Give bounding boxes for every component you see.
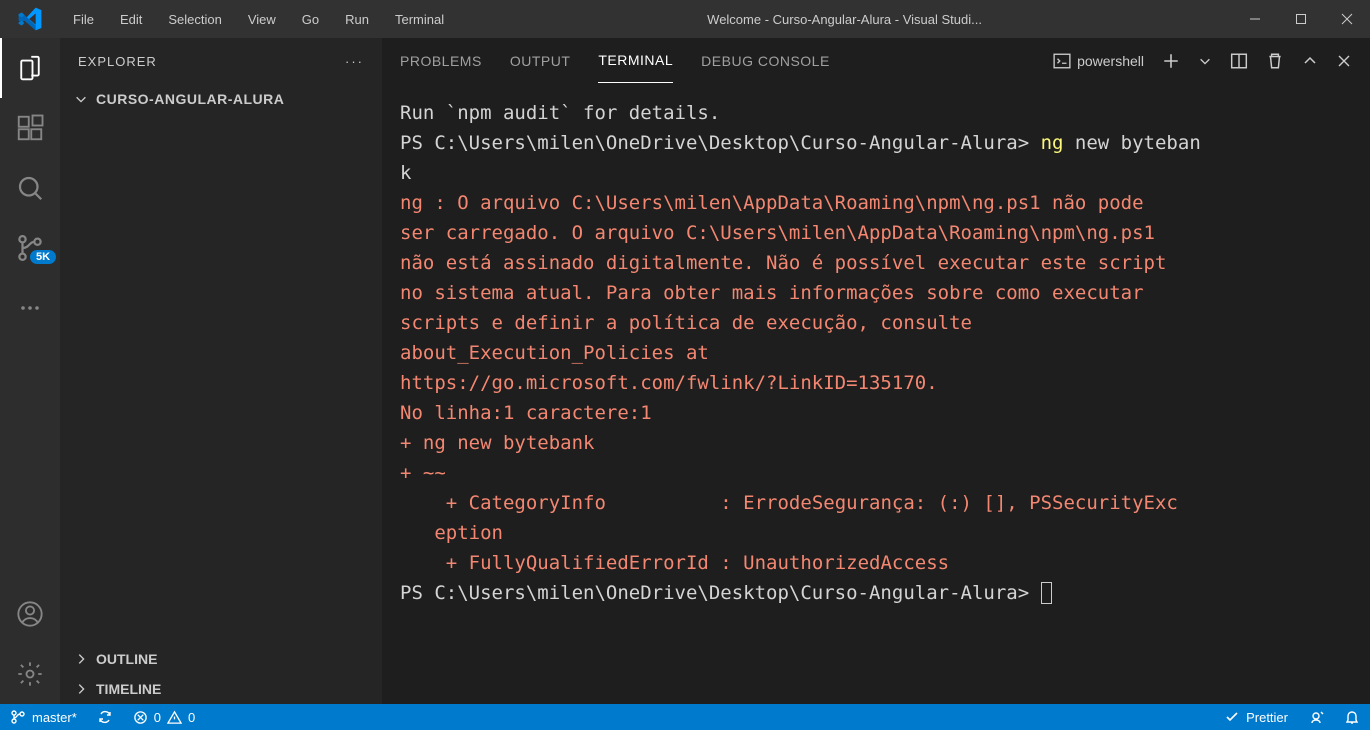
chevron-down-icon xyxy=(74,92,88,106)
term-err: eption xyxy=(400,522,503,544)
error-count: 0 xyxy=(154,710,161,725)
terminal-cursor xyxy=(1041,582,1052,604)
accounts-icon[interactable] xyxy=(0,584,60,644)
feedback-icon[interactable] xyxy=(1298,704,1334,730)
term-line: k xyxy=(400,162,411,184)
term-err: + ~~ xyxy=(400,462,446,484)
term-err: + FullyQualifiedErrorId : UnauthorizedAc… xyxy=(400,552,949,574)
panel-tabs: PROBLEMS OUTPUT TERMINAL DEBUG CONSOLE p… xyxy=(382,38,1370,84)
tab-problems[interactable]: PROBLEMS xyxy=(400,38,482,83)
terminal-selector[interactable]: powershell xyxy=(1053,52,1144,70)
notifications-icon[interactable] xyxy=(1334,704,1370,730)
timeline-section[interactable]: TIMELINE xyxy=(60,674,382,704)
prettier-status[interactable]: Prettier xyxy=(1214,704,1298,730)
window-title: Welcome - Curso-Angular-Alura - Visual S… xyxy=(457,12,1232,27)
folder-section[interactable]: CURSO-ANGULAR-ALURA xyxy=(60,84,382,114)
tab-debug-console[interactable]: DEBUG CONSOLE xyxy=(701,38,830,83)
terminal-split-chevron-icon[interactable] xyxy=(1198,54,1212,68)
term-cmd: ng xyxy=(1041,132,1064,154)
explorer-activity-icon[interactable] xyxy=(0,38,60,98)
menu-run[interactable]: Run xyxy=(332,0,382,38)
branch-status[interactable]: master* xyxy=(0,704,87,730)
kill-terminal-icon[interactable] xyxy=(1266,52,1284,70)
tab-output[interactable]: OUTPUT xyxy=(510,38,571,83)
term-err: ng : O arquivo C:\Users\milen\AppData\Ro… xyxy=(400,192,1155,214)
term-line: PS C:\Users\milen\OneDrive\Desktop\Curso… xyxy=(400,132,1041,154)
menu-terminal[interactable]: Terminal xyxy=(382,0,457,38)
problems-status[interactable]: 0 0 xyxy=(123,704,205,730)
sidebar: EXPLORER ··· CURSO-ANGULAR-ALURA OUTLINE… xyxy=(60,38,382,704)
sync-status[interactable] xyxy=(87,704,123,730)
prettier-label: Prettier xyxy=(1246,710,1288,725)
chevron-right-icon xyxy=(74,682,88,696)
vscode-logo-icon xyxy=(0,6,60,32)
menu-edit[interactable]: Edit xyxy=(107,0,155,38)
more-activity-icon[interactable] xyxy=(0,278,60,338)
split-panel-icon[interactable] xyxy=(1230,52,1248,70)
maximize-button[interactable] xyxy=(1278,0,1324,38)
menu-file[interactable]: File xyxy=(60,0,107,38)
chevron-right-icon xyxy=(74,652,88,666)
terminal-kind: powershell xyxy=(1077,53,1144,69)
term-err: não está assinado digitalmente. Não é po… xyxy=(400,252,1178,274)
extensions-activity-icon[interactable] xyxy=(0,98,60,158)
maximize-panel-icon[interactable] xyxy=(1302,53,1318,69)
outline-section[interactable]: OUTLINE xyxy=(60,644,382,674)
more-icon[interactable]: ··· xyxy=(345,54,364,69)
folder-name: CURSO-ANGULAR-ALURA xyxy=(96,91,284,107)
menu-view[interactable]: View xyxy=(235,0,289,38)
term-err: https://go.microsoft.com/fwlink/?LinkID=… xyxy=(400,372,938,394)
window-controls xyxy=(1232,0,1370,38)
activity-bar: 5K xyxy=(0,38,60,704)
term-err: + CategoryInfo : ErrodeSegurança: (:) []… xyxy=(400,492,1178,514)
source-control-activity-icon[interactable]: 5K xyxy=(0,218,60,278)
term-err: about_Execution_Policies at xyxy=(400,342,720,364)
explorer-header: EXPLORER ··· xyxy=(60,38,382,84)
settings-gear-icon[interactable] xyxy=(0,644,60,704)
term-line: PS C:\Users\milen\OneDrive\Desktop\Curso… xyxy=(400,582,1041,604)
menubar: File Edit Selection View Go Run Terminal xyxy=(60,0,457,38)
menu-go[interactable]: Go xyxy=(289,0,332,38)
titlebar: File Edit Selection View Go Run Terminal… xyxy=(0,0,1370,38)
search-activity-icon[interactable] xyxy=(0,158,60,218)
outline-label: OUTLINE xyxy=(96,651,157,667)
close-button[interactable] xyxy=(1324,0,1370,38)
term-line: new byteban xyxy=(1063,132,1200,154)
term-err: ser carregado. O arquivo C:\Users\milen\… xyxy=(400,222,1166,244)
new-terminal-icon[interactable] xyxy=(1162,52,1180,70)
status-bar: master* 0 0 Prettier xyxy=(0,704,1370,730)
scm-badge: 5K xyxy=(30,250,56,264)
close-panel-icon[interactable] xyxy=(1336,53,1352,69)
menu-selection[interactable]: Selection xyxy=(155,0,234,38)
explorer-title: EXPLORER xyxy=(78,54,157,69)
minimize-button[interactable] xyxy=(1232,0,1278,38)
editor-area: PROBLEMS OUTPUT TERMINAL DEBUG CONSOLE p… xyxy=(382,38,1370,704)
term-err: no sistema atual. Para obter mais inform… xyxy=(400,282,1155,304)
term-err: scripts e definir a política de execução… xyxy=(400,312,983,334)
warning-count: 0 xyxy=(188,710,195,725)
term-err: + ng new bytebank xyxy=(400,432,594,454)
timeline-label: TIMELINE xyxy=(96,681,161,697)
tab-terminal[interactable]: TERMINAL xyxy=(598,38,673,83)
term-line: Run `npm audit` for details. xyxy=(400,102,720,124)
term-err: No linha:1 caractere:1 xyxy=(400,402,652,424)
terminal-view[interactable]: Run `npm audit` for details. PS C:\Users… xyxy=(382,84,1370,704)
branch-name: master* xyxy=(32,710,77,725)
